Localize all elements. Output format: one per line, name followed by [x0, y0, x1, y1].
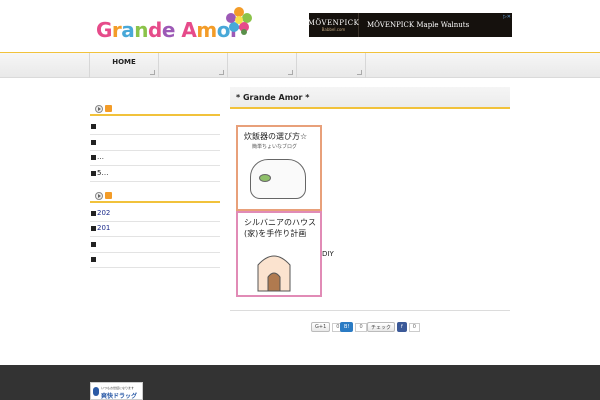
- flower-logo-icon: [226, 7, 252, 35]
- list-item-label: 201: [97, 224, 111, 232]
- site-footer: いつもお世話になります 爽快ドラッグ: [0, 365, 600, 400]
- evernote-check-share[interactable]: チェック: [367, 322, 396, 332]
- rss-icon[interactable]: [105, 192, 112, 199]
- bullet-icon: [91, 242, 96, 247]
- hatena-bookmark-button[interactable]: B!: [340, 322, 354, 332]
- main-nav: HOME: [0, 52, 600, 78]
- bullet-icon: [91, 257, 96, 262]
- ad-banner[interactable]: MÖVENPICK Babbel.com MÖVENPICK Maple Wal…: [307, 13, 512, 37]
- post-thumbnail-doll-house[interactable]: シルバニアのハウス(家)を手作り計画: [236, 211, 322, 297]
- logo-letter: n: [134, 18, 149, 42]
- rss-icon[interactable]: [105, 105, 112, 112]
- list-item[interactable]: [90, 119, 220, 135]
- thumbnail-subcaption: 簡単ちょいなブログ: [252, 144, 298, 150]
- bullet-icon: [91, 140, 96, 145]
- list-item-label: 5…: [97, 169, 109, 177]
- facebook-count: 0: [408, 322, 420, 332]
- list-item[interactable]: 202: [90, 206, 220, 222]
- nav-corner-icon: [288, 70, 293, 75]
- list-item-label: 202: [97, 209, 111, 217]
- list-item[interactable]: [90, 237, 220, 253]
- banner-name: 爽快ドラッグ: [101, 393, 138, 400]
- list-item-label: …: [97, 153, 104, 161]
- ad-brand: MÖVENPICK: [307, 18, 360, 27]
- nav-divider: [365, 53, 366, 78]
- list-item[interactable]: [90, 135, 220, 151]
- gplus-share[interactable]: G+1 0: [311, 322, 344, 332]
- logo-letter: a: [121, 18, 135, 42]
- ad-title: MÖVENPICK Maple Walnuts: [367, 21, 470, 29]
- hatena-count: 0: [355, 322, 367, 332]
- hatena-share[interactable]: B! 0: [340, 322, 367, 332]
- nav-corner-icon: [357, 70, 362, 75]
- thumbnail-caption: 炊飯器の選び方☆: [244, 132, 308, 141]
- bullet-icon: [91, 211, 96, 216]
- cooker-button-icon: [259, 174, 271, 182]
- list-item[interactable]: 201: [90, 221, 220, 237]
- post-thumbnail-rice-cooker[interactable]: 炊飯器の選び方☆ 簡単ちょいなブログ: [236, 125, 322, 211]
- nav-item-4[interactable]: [296, 53, 365, 78]
- list-item[interactable]: …: [90, 150, 220, 166]
- post-title[interactable]: * Grande Amor *: [236, 93, 309, 102]
- bullet-icon: [91, 124, 96, 129]
- banner-tagline: いつもお世話になります: [101, 386, 135, 390]
- list-item[interactable]: 5…: [90, 166, 220, 182]
- nav-home-corner-holder: [89, 53, 158, 78]
- bullet-icon: [91, 155, 96, 160]
- bullet-icon: [91, 171, 96, 176]
- pill-icon: [93, 387, 99, 396]
- thumbnail-caption: シルバニアのハウス(家)を手作り計画: [244, 218, 316, 238]
- site-header: Grande Amor MÖVENPICK Babbel.com MÖVENPI…: [0, 0, 600, 52]
- sidebar-widget-header: [90, 189, 220, 203]
- facebook-share[interactable]: f 0: [397, 322, 420, 332]
- facebook-icon[interactable]: f: [397, 322, 407, 332]
- ad-brand-block: MÖVENPICK Babbel.com: [307, 13, 360, 37]
- logo-letter: r: [111, 18, 122, 42]
- ad-brand-sub: Babbel.com: [321, 26, 346, 32]
- logo-letter: d: [148, 18, 162, 42]
- post-header: * Grande Amor *: [230, 87, 510, 109]
- logo-letter: A: [181, 18, 197, 42]
- footer-banner[interactable]: いつもお世話になります 爽快ドラッグ: [90, 382, 143, 400]
- nav-corner-icon: [219, 70, 224, 75]
- gplus-button[interactable]: G+1: [311, 322, 331, 332]
- logo-letter: G: [96, 18, 112, 42]
- bullet-icon: [91, 226, 96, 231]
- play-icon[interactable]: [95, 192, 103, 200]
- post-label-diy: DIY: [322, 250, 334, 258]
- house-illustration-icon: [257, 255, 291, 292]
- rice-cooker-illustration: [250, 159, 306, 199]
- logo-text: Grande Amor: [96, 18, 240, 42]
- site-logo[interactable]: Grande Amor: [96, 6, 256, 46]
- nav-corner-icon: [150, 70, 155, 75]
- play-icon[interactable]: [95, 105, 103, 113]
- logo-letter: m: [196, 18, 217, 42]
- post-separator: [230, 310, 510, 311]
- check-button[interactable]: チェック: [367, 322, 396, 332]
- logo-letter: e: [161, 18, 176, 42]
- sidebar-widget-header: [90, 102, 220, 116]
- nav-item-2[interactable]: [158, 53, 227, 78]
- ad-choices-icon[interactable]: ▷✕: [503, 14, 511, 20]
- list-item[interactable]: [90, 252, 220, 268]
- nav-item-3[interactable]: [227, 53, 296, 78]
